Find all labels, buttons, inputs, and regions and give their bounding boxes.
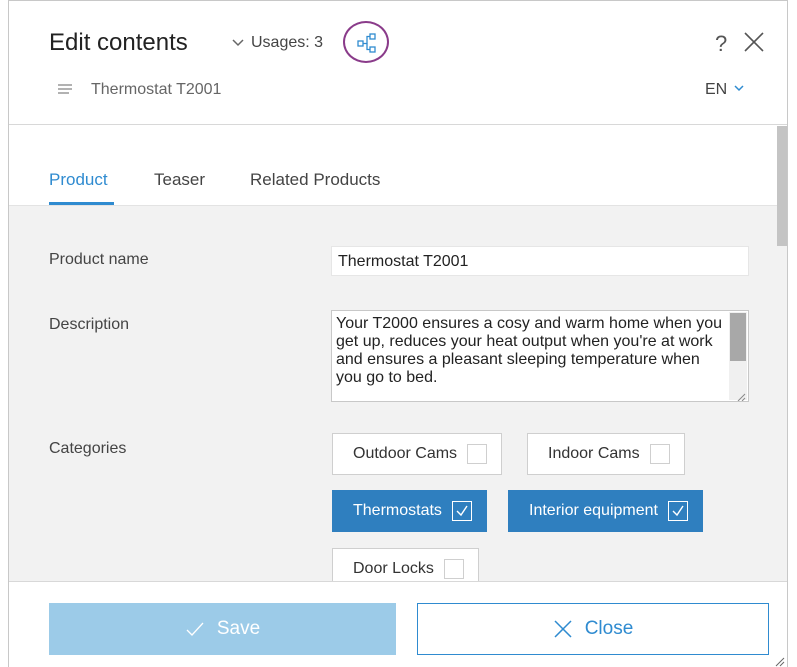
category-thermostats[interactable]: Thermostats xyxy=(332,490,487,532)
checkbox[interactable] xyxy=(649,444,670,464)
dialog-body: Product Teaser Related Products Product … xyxy=(9,126,787,581)
close-button[interactable]: Close xyxy=(417,603,769,655)
checkbox[interactable] xyxy=(467,444,488,464)
save-button[interactable]: Save xyxy=(49,603,396,655)
document-name: Thermostat T2001 xyxy=(91,81,222,98)
tab-teaser[interactable]: Teaser xyxy=(154,170,205,190)
close-icon[interactable] xyxy=(743,31,765,53)
dialog-footer: Save Close xyxy=(9,581,787,667)
category-door-locks[interactable]: Door Locks xyxy=(332,548,479,581)
edit-contents-dialog: Edit contents Usages: 3 ? Thermostat T20… xyxy=(8,0,788,667)
scrollbar-thumb[interactable] xyxy=(777,126,787,246)
usages-tree-button[interactable] xyxy=(343,21,389,63)
help-button[interactable]: ? xyxy=(715,31,727,57)
resize-grip-icon[interactable] xyxy=(736,389,746,401)
categories-label: Categories xyxy=(49,440,127,457)
tab-related-products[interactable]: Related Products xyxy=(250,170,380,190)
dialog-header: Edit contents Usages: 3 ? Thermostat T20… xyxy=(9,1,787,125)
product-name-label: Product name xyxy=(49,251,149,268)
dialog-scrollbar[interactable] xyxy=(777,126,787,581)
active-tab-indicator xyxy=(49,202,114,205)
checkmark-icon xyxy=(456,505,468,517)
tab-bar: Product Teaser Related Products xyxy=(9,126,777,206)
description-textarea[interactable]: Your T2000 ensures a cosy and warm home … xyxy=(331,310,749,402)
chevron-down-icon xyxy=(231,36,245,50)
description-scrollbar[interactable] xyxy=(729,312,747,400)
resize-grip-icon[interactable] xyxy=(773,654,785,667)
description-text: Your T2000 ensures a cosy and warm home … xyxy=(336,315,723,386)
checkmark-icon xyxy=(672,505,684,517)
language-label: EN xyxy=(705,81,728,98)
checkmark-icon xyxy=(186,622,204,636)
usages-tree-icon xyxy=(357,33,376,53)
category-outdoor-cams[interactable]: Outdoor Cams xyxy=(332,433,503,475)
usages-dropdown[interactable]: Usages: 3 xyxy=(231,34,323,52)
checkbox[interactable] xyxy=(443,559,464,579)
document-lines-icon xyxy=(57,83,73,97)
description-label: Description xyxy=(49,316,130,333)
dialog-title: Edit contents xyxy=(49,29,188,56)
close-icon xyxy=(554,620,572,638)
checkbox-checked[interactable] xyxy=(451,501,472,521)
product-name-input[interactable]: Thermostat T2001 xyxy=(331,246,749,276)
tab-product[interactable]: Product xyxy=(49,170,108,190)
usages-label: Usages: 3 xyxy=(251,34,324,51)
language-selector[interactable]: EN xyxy=(705,81,745,99)
category-interior-equipment[interactable]: Interior equipment xyxy=(508,490,703,532)
category-indoor-cams[interactable]: Indoor Cams xyxy=(527,433,685,475)
checkbox-checked[interactable] xyxy=(667,501,688,521)
chevron-down-icon xyxy=(733,81,745,99)
